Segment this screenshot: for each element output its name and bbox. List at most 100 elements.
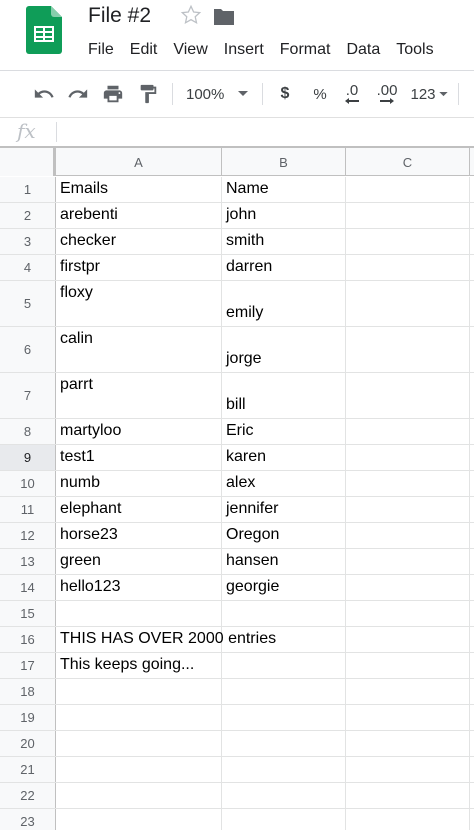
more-formats-button[interactable]: 123 [408,82,450,106]
increase-decimal-button[interactable]: .00 [373,82,401,106]
cell-b[interactable] [222,679,346,704]
cell-a[interactable]: test1 [56,445,222,470]
zoom-select[interactable]: 100% [186,82,256,106]
row-header[interactable]: 22 [0,783,56,808]
menu-edit[interactable]: Edit [122,41,166,59]
menu-tools[interactable]: Tools [388,41,441,59]
cell-c[interactable] [346,549,470,574]
cell-b[interactable]: Eric [222,419,346,444]
row-header[interactable]: 6 [0,327,56,372]
cell-b[interactable] [222,731,346,756]
cell-a[interactable]: martyloo [56,419,222,444]
cell-b[interactable]: jorge [222,327,346,372]
column-header-b[interactable]: B [222,148,346,176]
cell-c[interactable] [346,281,470,326]
row-header[interactable]: 18 [0,679,56,704]
cell-b[interactable] [222,705,346,730]
cell-b[interactable]: bill [222,373,346,418]
cell-c[interactable] [346,419,470,444]
format-percent-button[interactable]: % [309,82,331,106]
cell-a[interactable]: Emails [56,177,222,202]
menu-data[interactable]: Data [338,41,388,59]
row-header[interactable]: 15 [0,601,56,626]
cell-a[interactable] [56,731,222,756]
cell-c[interactable] [346,177,470,202]
cell-b[interactable]: georgie [222,575,346,600]
cell-a[interactable]: hello123 [56,575,222,600]
cell-a[interactable]: arebenti [56,203,222,228]
row-header[interactable]: 17 [0,653,56,678]
row-header[interactable]: 8 [0,419,56,444]
document-title[interactable]: File #2 [88,4,151,28]
format-currency-button[interactable]: $ [275,82,295,106]
cell-a[interactable] [56,783,222,808]
cell-a[interactable]: horse23 [56,523,222,548]
cell-b[interactable]: karen [222,445,346,470]
folder-icon[interactable] [212,7,236,27]
cell-a[interactable]: calin [56,327,222,372]
cell-b[interactable]: Oregon [222,523,346,548]
cell-c[interactable] [346,757,470,782]
cell-b[interactable]: alex [222,471,346,496]
row-header[interactable]: 1 [0,177,56,202]
cell-a[interactable]: numb [56,471,222,496]
row-header[interactable]: 21 [0,757,56,782]
cell-c[interactable] [346,255,470,280]
cell-c[interactable] [346,601,470,626]
cell-a[interactable]: firstpr [56,255,222,280]
cell-b[interactable] [222,653,346,678]
cell-a[interactable]: elephant [56,497,222,522]
cell-c[interactable] [346,523,470,548]
print-icon[interactable] [101,82,125,106]
decrease-decimal-button[interactable]: .0 [340,82,364,106]
column-header-c[interactable]: C [346,148,470,176]
menu-format[interactable]: Format [272,41,339,59]
cell-c[interactable] [346,471,470,496]
cell-b[interactable] [222,627,346,652]
cell-c[interactable] [346,203,470,228]
formula-input[interactable] [60,119,470,145]
cell-a[interactable]: THIS HAS OVER 2000 entries [56,627,276,652]
undo-icon[interactable] [32,82,56,106]
cell-b[interactable]: hansen [222,549,346,574]
row-header[interactable]: 11 [0,497,56,522]
sheets-logo-icon[interactable] [26,6,62,54]
cell-b[interactable] [222,601,346,626]
cell-b[interactable]: darren [222,255,346,280]
cell-c[interactable] [346,497,470,522]
cell-c[interactable] [346,783,470,808]
row-header[interactable]: 3 [0,229,56,254]
cell-b[interactable]: Name [222,177,346,202]
row-header[interactable]: 9 [0,445,56,470]
cell-b[interactable]: jennifer [222,497,346,522]
cell-c[interactable] [346,575,470,600]
cell-c[interactable] [346,229,470,254]
cell-c[interactable] [346,653,470,678]
row-header[interactable]: 5 [0,281,56,326]
cell-c[interactable] [346,327,470,372]
star-icon[interactable] [180,4,202,26]
cell-b[interactable] [222,757,346,782]
row-header[interactable]: 14 [0,575,56,600]
cell-a[interactable]: parrt [56,373,222,418]
cell-a[interactable] [56,705,222,730]
select-all-corner[interactable] [0,148,56,176]
cell-b[interactable] [222,809,346,830]
redo-icon[interactable] [66,82,90,106]
cell-a[interactable] [56,809,222,830]
row-header[interactable]: 7 [0,373,56,418]
cell-a[interactable]: This keeps going... [56,653,222,678]
cell-a[interactable] [56,601,222,626]
menu-file[interactable]: File [80,41,122,59]
cell-c[interactable] [346,731,470,756]
cell-b[interactable]: john [222,203,346,228]
row-header[interactable]: 23 [0,809,56,830]
cell-c[interactable] [346,373,470,418]
cell-a[interactable]: floxy [56,281,222,326]
cell-a[interactable] [56,679,222,704]
row-header[interactable]: 4 [0,255,56,280]
row-header[interactable]: 2 [0,203,56,228]
row-header[interactable]: 19 [0,705,56,730]
row-header[interactable]: 16 [0,627,56,652]
cell-c[interactable] [346,679,470,704]
